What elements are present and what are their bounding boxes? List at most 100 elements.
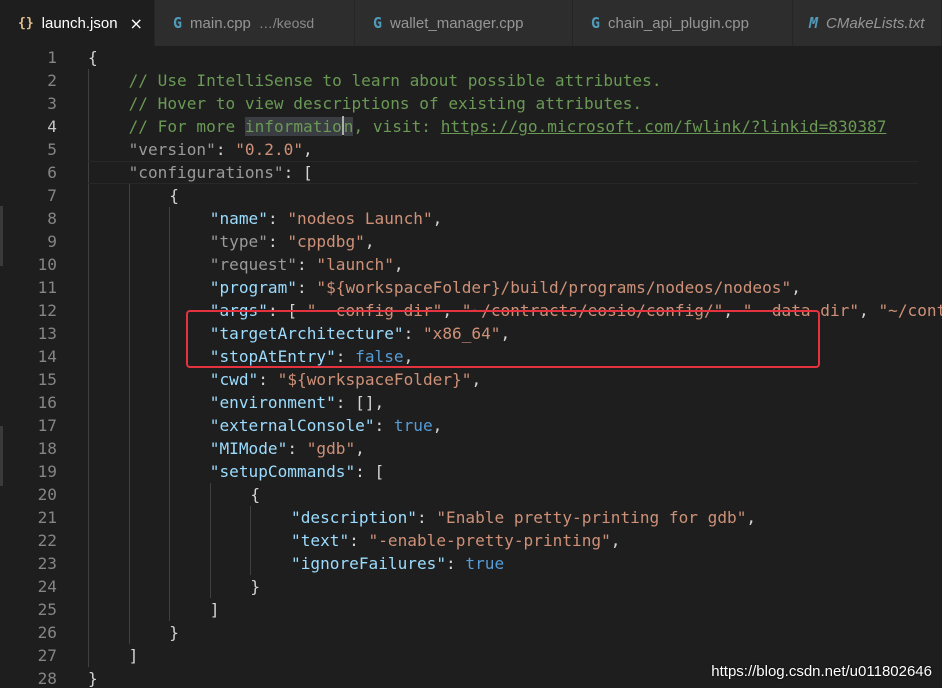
line-number: 12 [37, 301, 57, 320]
line-content: "cwd": "${workspaceFolder}", [210, 368, 481, 391]
line-number: 4 [47, 117, 57, 136]
tab-label: main.cpp [190, 14, 251, 32]
line-content: } [250, 575, 260, 598]
editor-tab-bar: {} launch.json × G main.cpp …/keosd G wa… [0, 0, 942, 46]
line-number: 3 [47, 94, 57, 113]
line-number: 5 [47, 140, 57, 159]
code-line[interactable]: 23 "ignoreFailures": true [0, 552, 942, 575]
line-number: 1 [47, 48, 57, 67]
line-content: "version": "0.2.0", [129, 138, 313, 161]
code-line[interactable]: 20 { [0, 483, 942, 506]
punctuation: } [250, 577, 261, 596]
punctuation: , [393, 255, 404, 274]
line-number: 15 [37, 370, 57, 389]
cmake-file-icon: M [809, 14, 819, 32]
line-content: ] [210, 598, 220, 621]
string-value: "0.2.0" [235, 140, 304, 159]
code-line[interactable]: 17 "externalConsole": true, [0, 414, 942, 437]
code-line[interactable]: 9 "type": "cppdbg", [0, 230, 942, 253]
code-line[interactable]: 10 "request": "launch", [0, 253, 942, 276]
code-line[interactable]: 18 "MIMode": "gdb", [0, 437, 942, 460]
punctuation: : [416, 508, 437, 527]
code-line[interactable]: 1{ [0, 46, 942, 69]
watermark: https://blog.csdn.net/u011802646 [711, 663, 932, 680]
code-line[interactable]: 25] [0, 598, 942, 621]
json-key: "environment" [209, 393, 336, 412]
json-file-icon: {} [18, 15, 34, 31]
line-number: 9 [47, 232, 57, 251]
punctuation: , [859, 301, 879, 320]
line-number: 2 [47, 71, 57, 90]
line-content: "description": "Enable pretty-printing f… [291, 506, 756, 529]
code-line[interactable]: 8 "name": "nodeos Launch", [0, 207, 942, 230]
tab-main-cpp[interactable]: G main.cpp …/keosd [155, 0, 355, 46]
gutter-marker [0, 206, 3, 266]
json-key: "program" [209, 278, 298, 297]
punctuation: ] [209, 600, 220, 619]
line-number: 7 [47, 186, 57, 205]
code-line[interactable]: 22 "text": "-enable-pretty-printing", [0, 529, 942, 552]
code-line[interactable]: 2 // Use IntelliSense to learn about poss… [0, 69, 942, 92]
code-line[interactable]: 19 "setupCommands": [ [0, 460, 942, 483]
comment-text: // Hover to view descriptions of existin… [128, 94, 643, 113]
indent-guide [169, 207, 171, 621]
string-value: "Enable pretty-printing for gdb" [436, 508, 747, 527]
json-key: "cwd" [209, 370, 259, 389]
tab-label: chain_api_plugin.cpp [608, 14, 749, 32]
line-content: "ignoreFailures": true [291, 552, 504, 575]
line-number: 11 [37, 278, 57, 297]
code-line[interactable]: 5 "version": "0.2.0", [0, 138, 942, 161]
line-content: } [88, 667, 98, 688]
punctuation: { [169, 186, 179, 205]
code-editor[interactable]: 1{2// Use IntelliSense to learn about po… [0, 46, 942, 688]
code-line[interactable]: 15 "cwd": "${workspaceFolder}", [0, 368, 942, 391]
line-content: { [88, 46, 98, 69]
code-line[interactable]: 4 // For more informatio n, visit: https:/… [0, 115, 942, 138]
tab-cmakelists-txt[interactable]: M CMakeLists.txt [793, 0, 942, 46]
indent-guide [250, 506, 252, 575]
line-number: 21 [37, 508, 57, 527]
punctuation: : [349, 531, 369, 550]
string-value: "~/contracts/eosio/data/" [878, 301, 942, 320]
json-key: "description" [291, 508, 417, 527]
punctuation: , [610, 531, 621, 550]
indent-guide [128, 184, 130, 644]
line-number: 27 [37, 646, 57, 665]
punctuation: : [267, 209, 288, 228]
punctuation: , [432, 416, 443, 435]
line-number: 24 [37, 577, 57, 596]
cpp-file-icon: G [373, 14, 383, 32]
line-content: { [169, 184, 179, 207]
line-number: 23 [37, 554, 57, 573]
string-value: "-enable-pretty-printing" [368, 531, 611, 550]
line-number: 17 [37, 416, 57, 435]
link-text[interactable]: https://go.microsoft.com/fwlink/?linkid=… [441, 117, 887, 136]
string-value: "${workspaceFolder}" [277, 370, 472, 389]
code-line[interactable]: 7{ [0, 184, 942, 207]
punctuation: , [746, 508, 757, 527]
line-number: 8 [47, 209, 57, 228]
tab-chain-api-plugin-cpp[interactable]: G chain_api_plugin.cpp [573, 0, 793, 46]
tab-launch-json[interactable]: {} launch.json × [0, 0, 155, 46]
code-line[interactable]: 26} [0, 621, 942, 644]
json-key: "version" [128, 140, 216, 159]
line-number: 19 [37, 462, 57, 481]
code-line[interactable]: 16 "environment": [], [0, 391, 942, 414]
json-key: "externalConsole" [209, 416, 375, 435]
code-line[interactable]: 3 // Hover to view descriptions of existi… [0, 92, 942, 115]
line-number: 26 [37, 623, 57, 642]
line-content: "name": "nodeos Launch", [210, 207, 443, 230]
punctuation: ] [128, 646, 139, 665]
line-number: 16 [37, 393, 57, 412]
punctuation: , [432, 209, 443, 228]
punctuation: : [287, 439, 307, 458]
code-line[interactable]: 24} [0, 575, 942, 598]
string-value: "${workspaceFolder}/build/programs/nodeo… [316, 278, 792, 297]
tab-wallet-manager-cpp[interactable]: G wallet_manager.cpp [355, 0, 573, 46]
code-line[interactable]: 11 "program": "${workspaceFolder}/build/p… [0, 276, 942, 299]
close-icon[interactable]: × [130, 14, 143, 33]
line-number: 22 [37, 531, 57, 550]
keyword-value: true [393, 416, 433, 435]
code-line[interactable]: 21 "description": "Enable pretty-printing… [0, 506, 942, 529]
line-content: // For more informatio n, visit: https://… [129, 115, 887, 138]
